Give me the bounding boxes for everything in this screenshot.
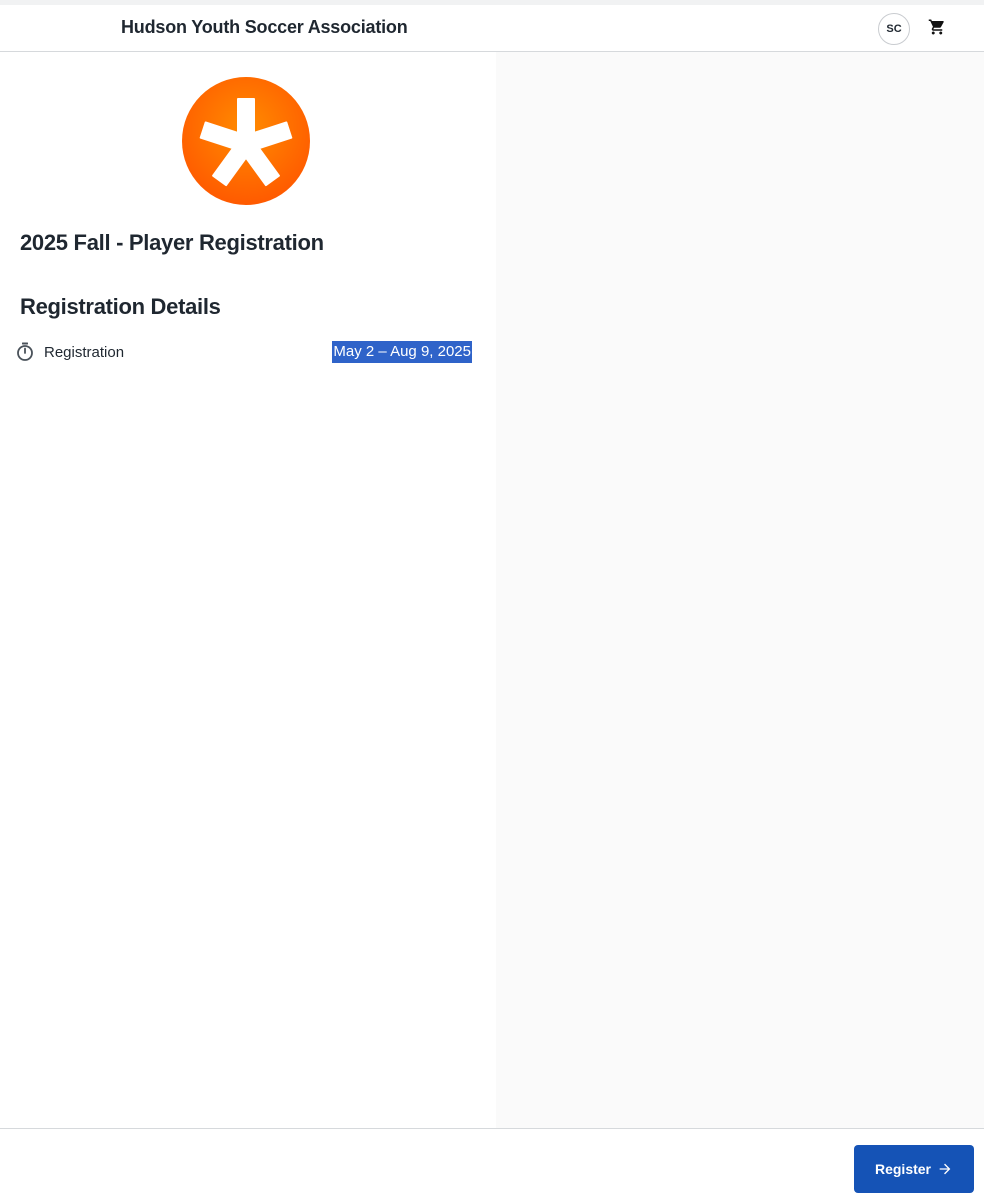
register-button[interactable]: Register xyxy=(854,1145,974,1193)
avatar-initials: SC xyxy=(886,23,902,35)
side-panel xyxy=(496,52,984,1128)
user-avatar[interactable]: SC xyxy=(878,13,910,45)
registration-details-heading: Registration Details xyxy=(20,294,221,319)
event-title: 2025 Fall - Player Registration xyxy=(20,230,324,255)
header-bar: Hudson Youth Soccer Association SC xyxy=(0,5,984,52)
register-label: Register xyxy=(874,1161,932,1177)
timer-icon xyxy=(17,342,33,361)
footer-bar: Register xyxy=(0,1128,984,1197)
asterisk-logo-icon xyxy=(182,77,310,205)
event-details-panel: 2025 Fall - Player Registration Registra… xyxy=(0,52,496,1128)
org-name[interactable]: Hudson Youth Soccer Association xyxy=(121,17,408,38)
cart-icon[interactable] xyxy=(928,18,946,36)
registration-dates: May 2 – Aug 9, 2025 xyxy=(332,341,472,363)
registration-label: Registration xyxy=(44,344,125,361)
arrow-right-icon xyxy=(939,1163,951,1175)
